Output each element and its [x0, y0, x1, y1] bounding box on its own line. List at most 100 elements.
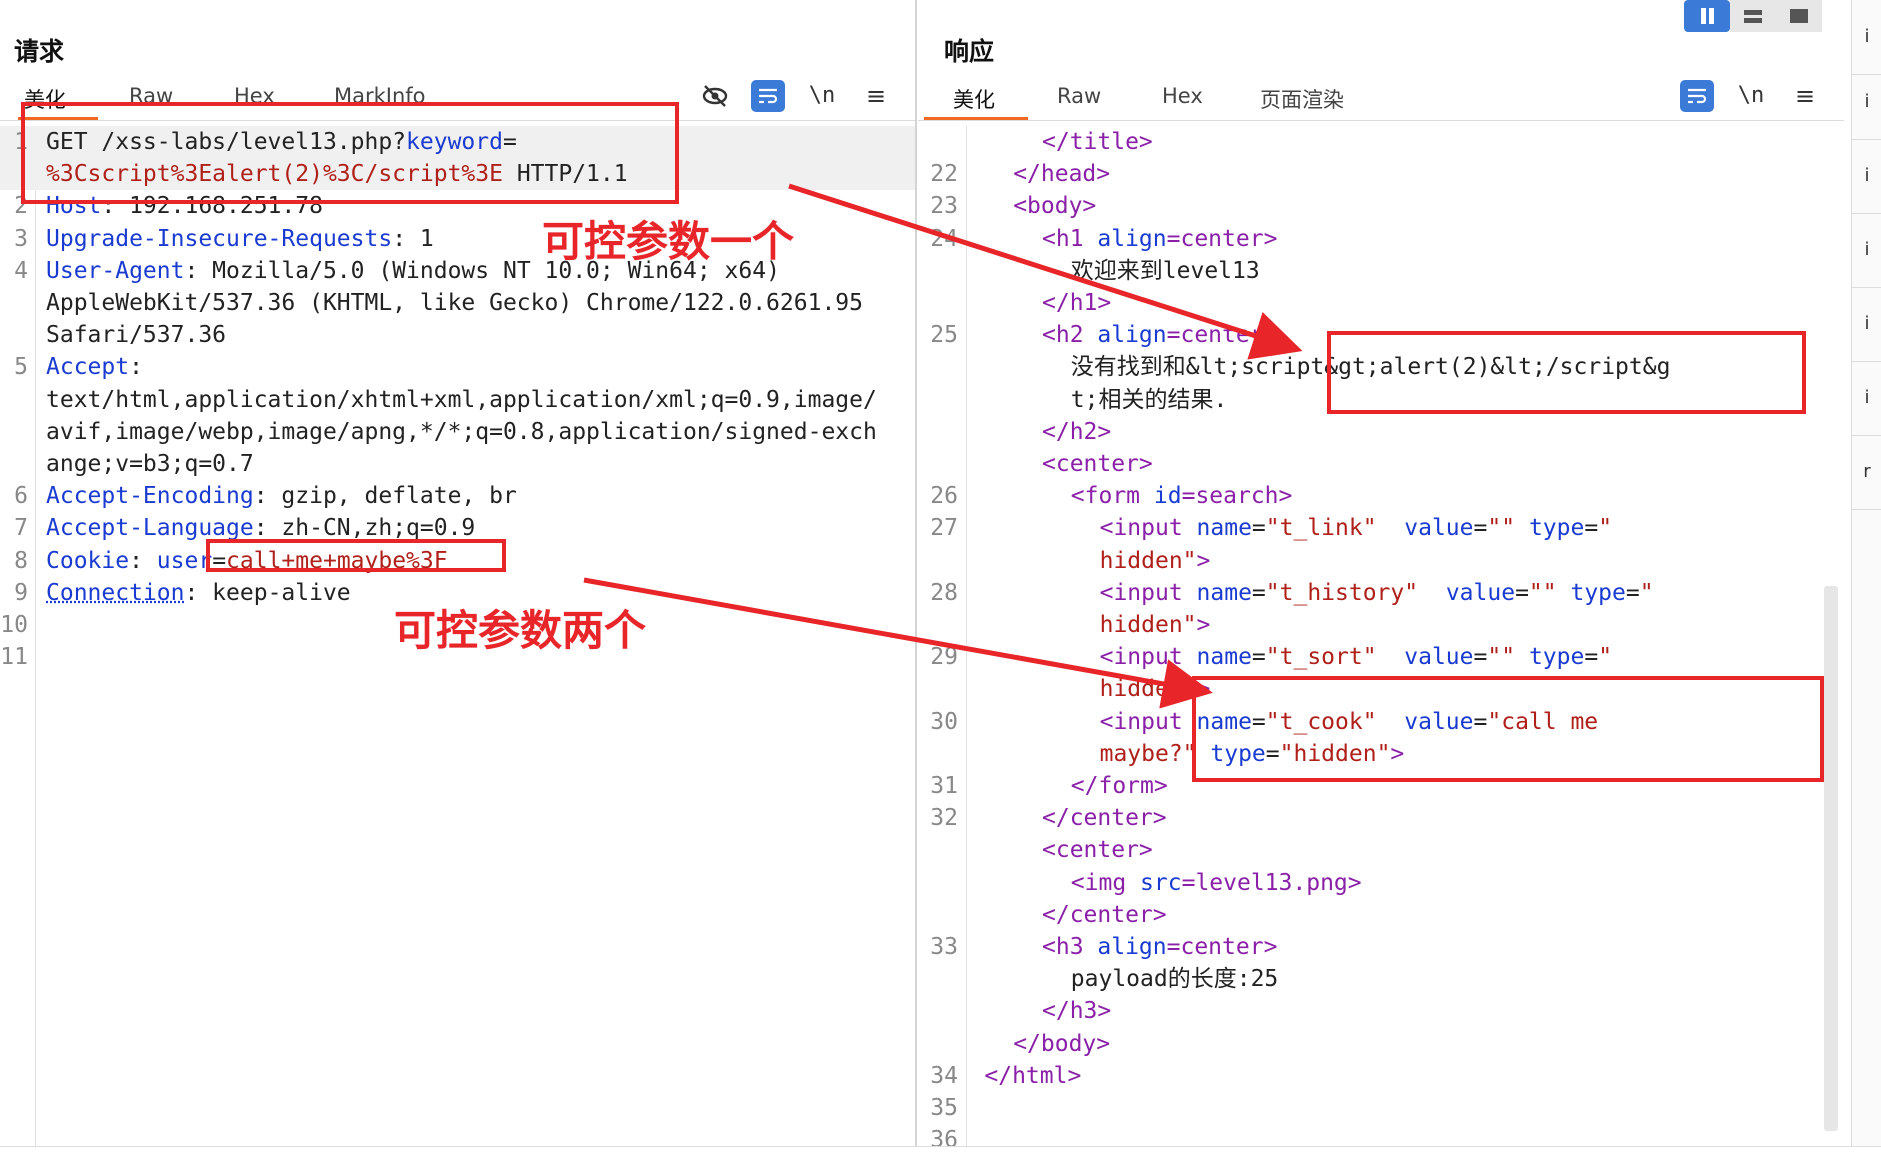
code-token: =center>	[1166, 225, 1278, 252]
wrap-icon[interactable]	[751, 80, 785, 112]
inspector-tab[interactable]: i	[1852, 361, 1881, 436]
line-number: 33	[930, 934, 958, 960]
newline-toggle[interactable]: \n	[1734, 80, 1768, 112]
line-code: <h3 align=center>	[970, 931, 1277, 963]
inspector-tab[interactable]: r	[1852, 435, 1881, 510]
code-token: value	[1404, 515, 1474, 542]
line-code: hidden">	[970, 609, 1211, 641]
line-number: 7	[14, 515, 28, 542]
code-line: 27 <input name="t_link" value="" type="	[918, 512, 1844, 544]
code-token: <h1	[1042, 225, 1098, 252]
code-token: </html>	[984, 1062, 1082, 1089]
code-token: :	[129, 354, 143, 381]
code-line: 欢迎来到level13	[918, 255, 1844, 287]
code-token: <form	[1070, 483, 1154, 510]
inspector-tab[interactable]: i	[1852, 213, 1881, 288]
line-code: 欢迎来到level13	[970, 255, 1260, 287]
bottom-search-bar	[0, 1146, 1881, 1169]
code-token: : zh-CN,zh;q=0.9	[253, 515, 476, 542]
code-token: ""	[1487, 515, 1516, 542]
newline-toggle[interactable]: \n	[805, 80, 839, 112]
inspector-tab[interactable]: i	[1852, 287, 1881, 362]
inspector-tab[interactable]: i	[1852, 139, 1881, 214]
hamburger-menu-icon[interactable]: ≡	[1788, 80, 1822, 112]
line-number: 3	[14, 225, 28, 252]
tab-raw[interactable]: Raw	[1057, 84, 1101, 108]
code-token: type	[1528, 515, 1585, 542]
line-number: 26	[930, 483, 958, 510]
line-number: 24	[930, 225, 958, 252]
line-number: 35	[930, 1095, 958, 1121]
code-line: payload的长度:25	[918, 963, 1844, 995]
pane-divider[interactable]	[915, 0, 917, 1169]
code-line: </h1>	[918, 287, 1844, 319]
code-token: "	[1598, 515, 1613, 542]
code-token: ange;v=b3;q=0.7	[46, 451, 254, 477]
line-code: avif,image/webp,image/apng,*/*;q=0.8,app…	[46, 416, 877, 448]
code-token: "	[1639, 579, 1654, 606]
split-horizontal-icon[interactable]	[1684, 0, 1730, 32]
line-number: 11	[0, 644, 28, 671]
line-code: </h3>	[970, 995, 1111, 1027]
code-token: 欢迎来到level13	[1070, 257, 1260, 284]
code-token: "	[1598, 644, 1613, 671]
line-number: 25	[930, 322, 958, 349]
code-token: </form>	[1070, 773, 1168, 799]
response-editor[interactable]: </title> 22 </head> 23 <body> 24 <h1 align=cen…	[918, 126, 1844, 1167]
line-code: text/html,application/xhtml+xml,applicat…	[46, 384, 877, 416]
code-token: AppleWebKit/537.36 (KHTML, like Gecko) C…	[46, 290, 863, 316]
code-token: =	[1251, 579, 1266, 606]
line-code: <img src=level13.png>	[970, 867, 1362, 899]
inspector-tab[interactable]: i	[1852, 65, 1881, 140]
code-token: </h1>	[1042, 290, 1112, 316]
code-token: Cookie	[46, 547, 130, 574]
tabs-divider	[918, 120, 1844, 121]
code-line: 28 <input name="t_history" value="" type=…	[918, 577, 1844, 609]
code-token: user	[156, 547, 213, 574]
tab-hex[interactable]: Hex	[1162, 84, 1203, 108]
code-token: <input	[1099, 515, 1197, 542]
line-code: Accept-Encoding: gzip, deflate, br	[46, 480, 517, 512]
split-vertical-icon[interactable]	[1730, 0, 1776, 32]
code-token: Accept-Language	[46, 515, 254, 542]
code-token: :	[129, 547, 157, 574]
code-token: hidden"	[1099, 612, 1197, 638]
code-token: type	[1528, 644, 1585, 671]
eye-slash-icon[interactable]	[698, 80, 732, 112]
line-code: Accept:	[46, 351, 143, 383]
tab-render[interactable]: 页面渲染	[1260, 84, 1344, 114]
line-number: 10	[0, 612, 28, 638]
line-code: <center>	[970, 448, 1153, 480]
line-code: <input name="t_history" value="" type="	[970, 577, 1654, 609]
line-number: 6	[14, 483, 28, 510]
wrap-icon[interactable]	[1680, 80, 1714, 112]
code-line: 26 <form id=search>	[918, 480, 1844, 512]
code-line: </h2>	[918, 416, 1844, 448]
code-token: : gzip, deflate, br	[253, 483, 517, 510]
line-code: </body>	[970, 1028, 1110, 1060]
single-pane-icon[interactable]	[1776, 0, 1822, 32]
code-token: >	[1196, 612, 1211, 638]
code-line: AppleWebKit/537.36 (KHTML, like Gecko) C…	[0, 287, 915, 319]
hamburger-menu-icon[interactable]: ≡	[859, 80, 893, 112]
code-token: >	[1196, 547, 1211, 574]
line-code: <h1 align=center>	[970, 223, 1277, 255]
code-line: 24 <h1 align=center>	[918, 223, 1844, 255]
line-code: Safari/537.36	[46, 319, 226, 351]
code-line: hidden">	[918, 545, 1844, 577]
line-code: </html>	[970, 1060, 1081, 1092]
code-token: <input	[1099, 579, 1197, 606]
code-line: 32 </center>	[918, 802, 1844, 834]
line-number: 8	[14, 547, 28, 574]
code-token: hidden"	[1099, 547, 1197, 574]
tab-pretty[interactable]: 美化	[953, 84, 995, 114]
vertical-scrollbar[interactable]	[1824, 586, 1838, 1131]
line-code: Upgrade-Insecure-Requests: 1	[46, 223, 434, 255]
inspector-tab[interactable]: i	[1852, 0, 1881, 75]
line-number: 32	[930, 805, 958, 832]
line-number: 34	[930, 1062, 958, 1089]
